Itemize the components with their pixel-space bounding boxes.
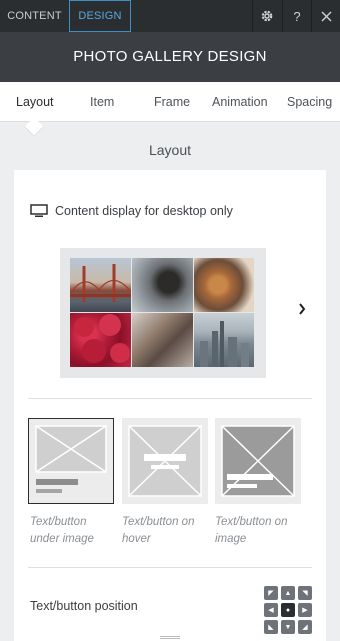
subtab-animation[interactable]: Animation bbox=[212, 82, 268, 122]
section-title: Layout bbox=[148, 142, 192, 158]
top-bar: CONTENT DESIGN ? bbox=[0, 0, 340, 32]
subtab-frame[interactable]: Frame bbox=[154, 82, 190, 122]
position-top-left[interactable]: ◤ bbox=[264, 586, 278, 600]
option-label-under-image: Text/button under image bbox=[30, 516, 94, 545]
position-top-center[interactable]: ▲ bbox=[281, 586, 295, 600]
panel-title: PHOTO GALLERY DESIGN bbox=[0, 32, 340, 82]
divider bbox=[28, 398, 312, 399]
subtab-spacing[interactable]: Spacing bbox=[287, 82, 332, 122]
gallery-preview bbox=[60, 248, 266, 378]
image-placeholder-icon bbox=[128, 425, 202, 497]
gallery-grid bbox=[70, 258, 254, 368]
layout-option-on-image[interactable] bbox=[215, 418, 301, 504]
position-center[interactable]: ● bbox=[281, 603, 295, 617]
position-picker: ◤ ▲ ◥ ◀ ● ▶ ◣ ▼ ◢ bbox=[264, 586, 314, 636]
desktop-only-note: Content display for desktop only bbox=[30, 202, 233, 220]
desktop-only-text: Content display for desktop only bbox=[55, 204, 233, 218]
position-bottom-right[interactable]: ◢ bbox=[298, 620, 312, 634]
gallery-photo-city-skyline bbox=[194, 313, 254, 367]
help-button[interactable]: ? bbox=[282, 0, 311, 32]
gallery-photo-hand-phone bbox=[132, 313, 193, 367]
design-subtabs: Layout Item Frame Animation Spacing bbox=[0, 82, 340, 122]
divider bbox=[28, 567, 312, 568]
position-middle-right[interactable]: ▶ bbox=[298, 603, 312, 617]
position-middle-left[interactable]: ◀ bbox=[264, 603, 278, 617]
tab-design[interactable]: DESIGN bbox=[69, 0, 131, 32]
close-icon[interactable] bbox=[311, 0, 340, 32]
position-bottom-left[interactable]: ◣ bbox=[264, 620, 278, 634]
gallery-photo-raspberries bbox=[70, 313, 131, 367]
gallery-photo-coffee-mug bbox=[132, 258, 193, 312]
layout-card: Content display for desktop only Text/bu… bbox=[14, 170, 326, 641]
option-label-on-hover: Text/button on hover bbox=[122, 516, 195, 545]
position-top-right[interactable]: ◥ bbox=[298, 586, 312, 600]
subtab-layout[interactable]: Layout bbox=[16, 82, 54, 122]
gallery-photo-golden-gate-bridge bbox=[70, 258, 131, 312]
resize-handle[interactable] bbox=[160, 636, 180, 639]
chevron-right-icon[interactable] bbox=[298, 302, 306, 318]
option-label-on-image: Text/button on image bbox=[215, 516, 288, 545]
image-placeholder-icon bbox=[35, 425, 107, 493]
layout-option-under-image[interactable] bbox=[28, 418, 114, 504]
layout-option-on-hover[interactable] bbox=[122, 418, 208, 504]
gallery-photo-food-plate bbox=[194, 258, 254, 312]
tab-content[interactable]: CONTENT bbox=[0, 0, 69, 32]
gear-icon[interactable] bbox=[252, 0, 281, 32]
position-bottom-center[interactable]: ▼ bbox=[281, 620, 295, 634]
image-placeholder-icon bbox=[221, 425, 295, 497]
subtab-item[interactable]: Item bbox=[90, 82, 114, 122]
monitor-icon bbox=[30, 204, 48, 218]
position-label: Text/button position bbox=[30, 599, 138, 613]
